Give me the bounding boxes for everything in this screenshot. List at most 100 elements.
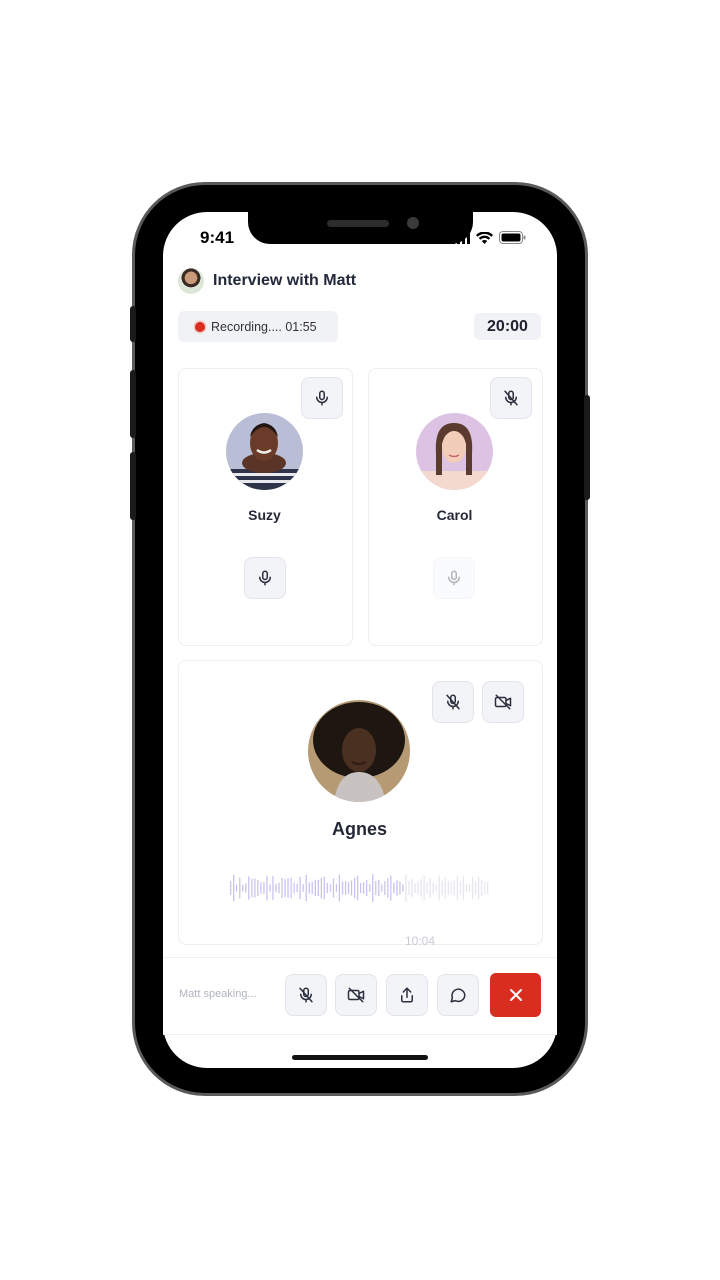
suzy-mic-button[interactable] <box>301 377 343 419</box>
close-icon <box>509 989 522 1001</box>
waveform-bar <box>257 879 259 897</box>
waveform-bar <box>242 884 244 892</box>
waveform-bar <box>320 877 322 899</box>
power-button <box>584 395 590 500</box>
video-off-icon <box>347 987 365 1003</box>
waveform-bar <box>251 878 253 898</box>
page-title: Interview with Matt <box>213 272 357 289</box>
chat-button[interactable] <box>437 974 479 1016</box>
suzy-name: Suzy <box>248 507 281 523</box>
mute-button[interactable] <box>285 974 327 1016</box>
waveform-bar <box>450 881 452 894</box>
waveform-bar <box>254 878 256 898</box>
mic-off-icon <box>299 987 313 1003</box>
waveform-bar <box>260 882 262 894</box>
waveform-bar <box>284 879 286 897</box>
waveform-bar <box>471 876 474 900</box>
front-camera <box>407 217 419 229</box>
waveform-bar <box>378 879 380 897</box>
waveform-bar <box>236 884 238 892</box>
waveform-bar <box>263 882 265 894</box>
mic-icon <box>259 570 271 586</box>
signal-icon <box>452 231 470 244</box>
waveform-bar <box>245 883 247 893</box>
suzy-bottom-mic-button[interactable] <box>244 557 286 599</box>
waveform-bar <box>360 882 362 894</box>
waveform-bar <box>317 879 319 897</box>
waveform-bar <box>233 874 235 902</box>
share-button[interactable] <box>386 974 428 1016</box>
carol-avatar <box>416 413 493 490</box>
camera-toggle-button[interactable] <box>335 974 377 1016</box>
battery-icon <box>499 231 526 244</box>
waveform-bar <box>269 884 271 892</box>
waveform-bar <box>447 881 449 895</box>
waveform-bar <box>405 874 407 902</box>
waveform-bar <box>335 884 338 892</box>
mic-off-icon <box>446 694 460 710</box>
waveform-bar <box>441 880 443 896</box>
waveform-bar <box>432 883 434 893</box>
waveform-bar <box>266 875 268 901</box>
status-icons <box>452 231 526 244</box>
mic-icon <box>316 390 328 406</box>
waveform-bar <box>480 879 483 897</box>
waveform-bar <box>293 882 295 894</box>
waveform-bar <box>375 881 377 896</box>
waveform-bar <box>465 884 468 892</box>
chat-icon <box>450 988 466 1003</box>
video-off-icon <box>494 694 512 710</box>
end-call-button[interactable] <box>490 973 541 1017</box>
waveform-bar <box>453 880 455 896</box>
waveform-bar <box>305 875 307 901</box>
waveform-bar <box>399 881 401 895</box>
waveform-bar <box>357 875 359 901</box>
waveform-bar <box>456 876 458 900</box>
waveform-bar <box>402 884 404 892</box>
agnes-avatar <box>308 700 410 802</box>
waveform-bar <box>381 884 383 892</box>
waveform-bar <box>369 884 371 892</box>
host-avatar[interactable] <box>178 268 204 294</box>
agnes-video-off-button[interactable] <box>482 681 524 723</box>
recording-indicator: Recording.... 01:55 <box>178 311 338 342</box>
agnes-name: Agnes <box>331 819 387 839</box>
waveform-bar <box>417 881 419 895</box>
waveform-bar <box>341 881 344 895</box>
waveform-bar <box>329 884 332 892</box>
waveform-bar <box>323 876 325 900</box>
waveform-bar <box>484 882 486 894</box>
waveform-bar <box>350 880 353 896</box>
waveform-bar <box>423 875 425 901</box>
waveform-bar <box>366 879 368 897</box>
volume-down-button <box>130 452 136 520</box>
waveform-bar <box>426 882 428 894</box>
waveform-bar <box>444 877 446 899</box>
carol-bottom-mic-button[interactable] <box>433 557 475 599</box>
waveform-bar <box>314 879 316 896</box>
volume-up-button <box>130 370 136 438</box>
waveform-bar <box>326 882 328 894</box>
agnes-mic-off-button[interactable] <box>432 681 474 723</box>
mic-icon <box>448 570 460 586</box>
waveform-bar <box>296 883 298 893</box>
waveform-bar <box>487 882 489 894</box>
waveform-bar <box>338 874 341 902</box>
waveform-bar <box>474 881 477 895</box>
carol-name: Carol <box>436 507 473 523</box>
waveform-bar <box>372 874 374 902</box>
waveform-bar <box>354 877 356 899</box>
waveform-bar <box>332 878 335 898</box>
waveform-bar <box>344 880 347 896</box>
waveform-bar <box>393 882 395 894</box>
home-indicator <box>292 1055 428 1060</box>
waveform-bar <box>302 884 304 892</box>
waveform-bar <box>311 881 313 894</box>
audio-waveform[interactable] <box>230 870 490 906</box>
waveform-bar <box>287 878 289 898</box>
waveform-bar <box>308 882 310 894</box>
waveform-bar <box>387 878 389 898</box>
carol-mic-off-button[interactable] <box>490 377 532 419</box>
earpiece <box>327 220 389 227</box>
waveform-bar <box>272 876 274 900</box>
